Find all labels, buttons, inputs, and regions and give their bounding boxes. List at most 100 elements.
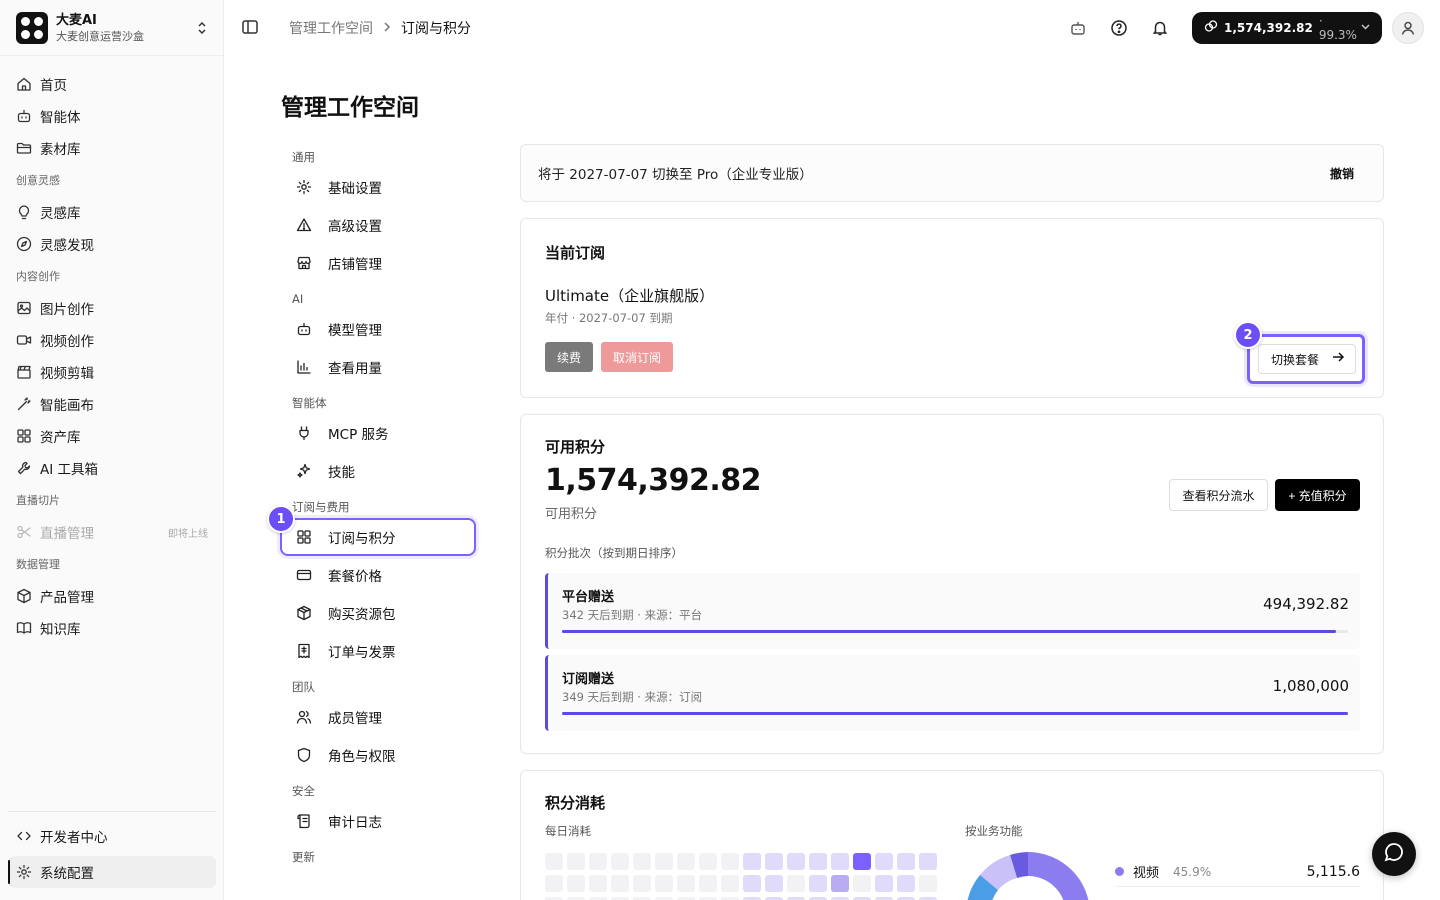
sidebar-item[interactable]: 素材库: [8, 132, 216, 164]
home-icon: [16, 76, 32, 92]
renew-button[interactable]: 续费: [545, 342, 593, 372]
heatmap-cell[interactable]: [919, 875, 937, 892]
batch-progress-track: [562, 630, 1348, 633]
heatmap-cell[interactable]: [567, 853, 585, 870]
heatmap-cell[interactable]: [699, 853, 717, 870]
chevron-right-icon: [383, 21, 391, 35]
heatmap-cell[interactable]: [589, 853, 607, 870]
settings-section-title: 更新: [292, 850, 315, 864]
heatmap-cell[interactable]: [589, 875, 607, 892]
heatmap-cell[interactable]: [545, 875, 563, 892]
sidebar-item[interactable]: 智能画布: [8, 388, 216, 420]
sidebar-item[interactable]: 灵感库: [8, 196, 216, 228]
sidebar-item[interactable]: 视频剪辑: [8, 356, 216, 388]
sidebar-item[interactable]: 图片创作: [8, 292, 216, 324]
sidebar-item[interactable]: AI 工具箱: [8, 452, 216, 484]
bot-icon[interactable]: [1069, 19, 1087, 37]
sidebar-item[interactable]: 知识库: [8, 612, 216, 644]
heatmap-cell[interactable]: [831, 875, 849, 892]
credits-dropdown[interactable]: 1,574,392.82 · 99.3%: [1192, 11, 1382, 44]
sidebar-item[interactable]: 视频创作: [8, 324, 216, 356]
sidebar-item[interactable]: 直播管理 即将上线: [8, 516, 216, 548]
sidebar-toggle-icon[interactable]: [241, 18, 259, 36]
heatmap-cell[interactable]: [809, 853, 827, 870]
heatmap-cell[interactable]: [875, 853, 893, 870]
credit-history-button[interactable]: 查看积分流水: [1169, 479, 1268, 511]
heatmap-cell[interactable]: [611, 875, 629, 892]
heatmap-cell[interactable]: [611, 853, 629, 870]
settings-nav-item[interactable]: 成员管理: [280, 698, 476, 736]
settings-nav-item[interactable]: 高级设置: [280, 206, 476, 244]
help-icon[interactable]: [1110, 19, 1128, 37]
heatmap-cell[interactable]: [853, 875, 871, 892]
legend-row[interactable]: 视频 45.9% 5,115.6: [1115, 857, 1360, 887]
heatmap-cell[interactable]: [787, 875, 805, 892]
heatmap-cell[interactable]: [809, 875, 827, 892]
heatmap-cell[interactable]: [633, 853, 651, 870]
heatmap-cell[interactable]: [677, 853, 695, 870]
sidebar-item[interactable]: 产品管理: [8, 580, 216, 612]
chat-button[interactable]: [1372, 832, 1416, 876]
bell-icon[interactable]: [1151, 19, 1169, 37]
heatmap-cell[interactable]: [655, 875, 673, 892]
sidebar-item[interactable]: 智能体: [8, 100, 216, 132]
settings-nav-item[interactable]: 查看用量: [280, 348, 476, 386]
scissors-icon: [16, 524, 32, 540]
sidebar-item[interactable]: 资产库: [8, 420, 216, 452]
heatmap-cell[interactable]: [677, 875, 695, 892]
switch-plan-button[interactable]: 切换套餐: [1258, 344, 1356, 374]
settings-nav-item[interactable]: 套餐价格: [280, 556, 476, 594]
sidebar-item[interactable]: 灵感发现: [8, 228, 216, 260]
settings-nav-item[interactable]: 购买资源包: [280, 594, 476, 632]
workspace-switcher[interactable]: 大麦AI 大麦创意运营沙盒: [16, 11, 208, 45]
settings-nav-item[interactable]: 审计日志: [280, 802, 476, 840]
heatmap-cell[interactable]: [765, 875, 783, 892]
breadcrumb-item[interactable]: 管理工作空间: [289, 18, 373, 38]
batch-meta: 342 天后到期 · 来源：平台: [562, 608, 703, 622]
settings-nav-item[interactable]: 角色与权限: [280, 736, 476, 774]
donut-segment-video: [1028, 852, 1089, 900]
heatmap-cell[interactable]: [897, 875, 915, 892]
sidebar-item[interactable]: 开发者中心: [8, 820, 216, 852]
settings-nav-item[interactable]: 技能: [280, 452, 476, 490]
heatmap-cell[interactable]: [765, 853, 783, 870]
settings-section-title: AI: [292, 292, 304, 306]
heatmap-cell[interactable]: [721, 875, 739, 892]
settings-nav-item[interactable]: 基础设置: [280, 168, 476, 206]
heatmap-cell[interactable]: [897, 853, 915, 870]
video-icon: [16, 332, 32, 348]
heatmap-cell[interactable]: [743, 875, 761, 892]
undo-button[interactable]: 撤销: [1330, 165, 1354, 182]
heatmap-cell[interactable]: [743, 853, 761, 870]
settings-nav-item[interactable]: 模型管理: [280, 310, 476, 348]
heatmap-cell[interactable]: [567, 875, 585, 892]
sidebar-item[interactable]: 首页: [8, 68, 216, 100]
heatmap-cell[interactable]: [875, 875, 893, 892]
heatmap-cell[interactable]: [787, 853, 805, 870]
heatmap-cell[interactable]: [655, 853, 673, 870]
sidebar-item[interactable]: 系统配置: [8, 856, 216, 888]
sparkles-icon: [296, 463, 312, 479]
heatmap-cell[interactable]: [919, 853, 937, 870]
settings-nav-item[interactable]: 店铺管理: [280, 244, 476, 282]
settings-nav-item[interactable]: MCP 服务: [280, 414, 476, 452]
settings-nav-label: 基础设置: [328, 181, 382, 197]
settings-nav-item[interactable]: 订阅与积分 1: [267, 505, 476, 556]
sidebar-item-label: 灵感发现: [40, 238, 94, 254]
heatmap-cell[interactable]: [699, 875, 717, 892]
heatmap-cell[interactable]: [545, 853, 563, 870]
cancel-subscription-button[interactable]: 取消订阅: [601, 342, 673, 372]
topup-button[interactable]: + 充值积分: [1275, 479, 1360, 511]
heatmap-cell[interactable]: [853, 853, 871, 870]
heatmap-cell[interactable]: [831, 853, 849, 870]
consumption-heading: 积分消耗: [545, 794, 606, 812]
sidebar-item-label: 资产库: [40, 430, 81, 446]
batch-amount: 494,392.82: [1263, 595, 1349, 613]
settings-nav-item[interactable]: 订单与发票: [280, 632, 476, 670]
avatar[interactable]: [1392, 11, 1424, 44]
grid-icon: [16, 428, 32, 444]
heatmap-cell[interactable]: [721, 853, 739, 870]
heatmap-cell[interactable]: [633, 875, 651, 892]
coming-soon-badge: 即将上线: [168, 528, 208, 540]
notice-text: 将于 2027-07-07 切换至 Pro（企业专业版）: [538, 167, 813, 183]
